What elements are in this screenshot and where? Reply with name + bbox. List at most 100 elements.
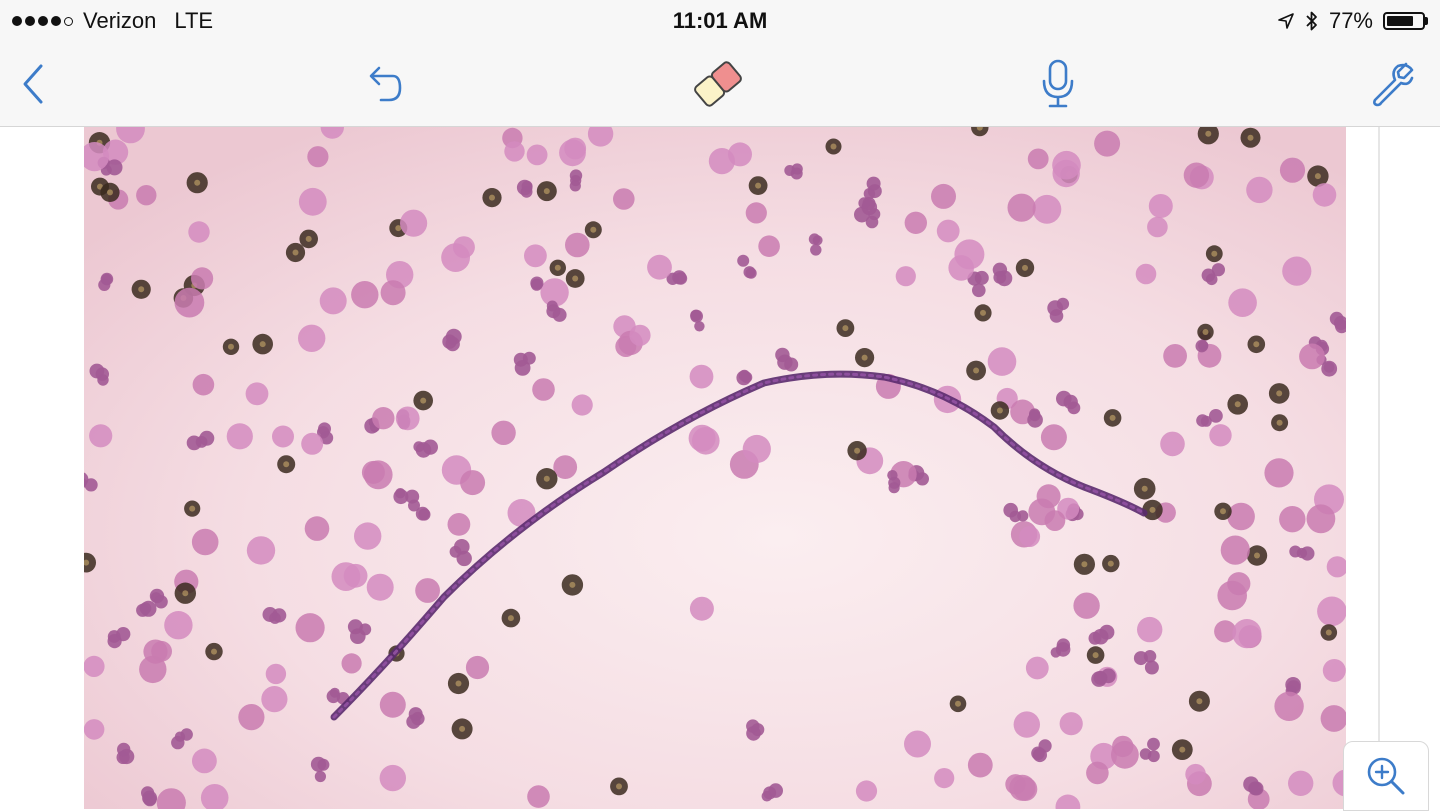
blood-cell: [524, 244, 547, 268]
blood-cell: [629, 324, 651, 346]
blood-cell: [1240, 127, 1261, 148]
undo-button[interactable]: [353, 54, 413, 114]
blood-cell: [447, 513, 471, 536]
blood-cell: [191, 528, 219, 556]
battery-icon: [1383, 12, 1428, 30]
blood-cell: [482, 188, 502, 208]
blood-cell: [1133, 477, 1156, 500]
blood-cell: [569, 169, 583, 192]
blood-cell: [564, 137, 587, 160]
blood-cell: [89, 424, 113, 448]
blood-cell: [379, 764, 406, 792]
status-right: 77%: [1277, 8, 1428, 34]
back-button[interactable]: [4, 54, 64, 114]
blood-cell: [1279, 506, 1306, 533]
blood-cell: [361, 460, 385, 484]
status-time: 11:01 AM: [672, 8, 768, 33]
blood-cell: [647, 254, 672, 280]
undo-arrow-icon: [369, 66, 402, 102]
blood-cell: [1197, 323, 1214, 341]
blood-cell: [1007, 193, 1036, 222]
blood-cell: [974, 304, 992, 322]
eraser-button[interactable]: [688, 54, 748, 114]
blood-cell: [1268, 383, 1290, 404]
blood-cell: [465, 655, 490, 680]
eraser-icon: [694, 61, 742, 107]
blood-cell: [84, 719, 105, 740]
tools-button[interactable]: [1362, 54, 1422, 114]
blood-cell: [174, 287, 205, 318]
blood-cell: [1227, 572, 1251, 596]
blood-cell: [1306, 504, 1336, 534]
blood-cell: [1271, 414, 1289, 432]
blood-cell: [188, 221, 210, 243]
blood-cell: [164, 611, 193, 640]
blood-cell: [1073, 592, 1100, 619]
blood-cell: [571, 394, 593, 416]
blood-cell: [904, 211, 927, 234]
dictation-button[interactable]: [1028, 54, 1088, 114]
blood-cell: [825, 138, 842, 155]
blood-cell: [836, 319, 855, 337]
blood-cell: [192, 373, 215, 396]
blood-cell: [1148, 194, 1173, 218]
blood-cell: [1112, 735, 1134, 758]
blood-cell: [565, 269, 585, 288]
blood-cell: [447, 672, 470, 695]
blood-cell: [1163, 344, 1187, 368]
blood-cell: [238, 704, 265, 731]
blood-cell: [742, 434, 771, 464]
blood-cell: [847, 441, 867, 461]
zoom-in-button[interactable]: [1343, 741, 1429, 811]
blood-cell: [245, 382, 269, 406]
blood-cell: [205, 642, 223, 661]
blood-cell: [400, 209, 428, 237]
blood-cell: [728, 142, 752, 167]
blood-cell: [504, 141, 525, 162]
toolbar: [0, 42, 1440, 127]
blood-cell: [1320, 624, 1338, 641]
blood-cell: [987, 347, 1017, 376]
blood-cell: [748, 176, 768, 195]
blood-cell: [1185, 763, 1206, 785]
blood-cell: [366, 573, 394, 601]
blood-cell: [1288, 770, 1314, 796]
blood-cell: [1015, 258, 1035, 278]
blood-cell: [1102, 554, 1120, 573]
blood-cell: [904, 730, 931, 758]
zoom-in-icon: [1367, 757, 1405, 795]
blood-cell: [295, 613, 325, 643]
blood-cell: [261, 686, 288, 713]
blood-cell: [222, 338, 240, 355]
blood-cell: [949, 695, 967, 713]
blood-cell: [549, 259, 566, 276]
blood-cell: [1220, 535, 1250, 565]
blood-cell: [934, 768, 955, 789]
blood-cell: [131, 279, 151, 299]
blood-cell: [561, 574, 584, 596]
battery-percent: 77%: [1328, 8, 1373, 33]
blood-cell: [1227, 502, 1255, 531]
blood-cell: [1282, 256, 1312, 286]
blood-cell: [1073, 553, 1095, 575]
blood-cell: [967, 752, 993, 778]
blood-cell: [692, 427, 720, 455]
blood-cell: [226, 423, 253, 450]
blood-cell: [1312, 183, 1337, 207]
blood-cell: [151, 640, 172, 662]
blood-cell: [532, 378, 555, 401]
blood-cell: [460, 470, 486, 496]
blood-cell: [1094, 130, 1121, 157]
blood-cell: [1228, 288, 1257, 317]
blood-cell: [758, 235, 780, 257]
blood-cell: [1183, 162, 1210, 188]
blood-cell: [415, 578, 440, 603]
blood-cell: [192, 748, 217, 774]
blood-cell: [1086, 646, 1105, 664]
blood-cell: [246, 536, 276, 565]
blood-cell: [948, 255, 974, 281]
blood-cell: [1171, 739, 1193, 760]
blood-cell: [299, 229, 318, 249]
blood-cell: [966, 360, 986, 381]
blood-cell: [1013, 711, 1040, 738]
